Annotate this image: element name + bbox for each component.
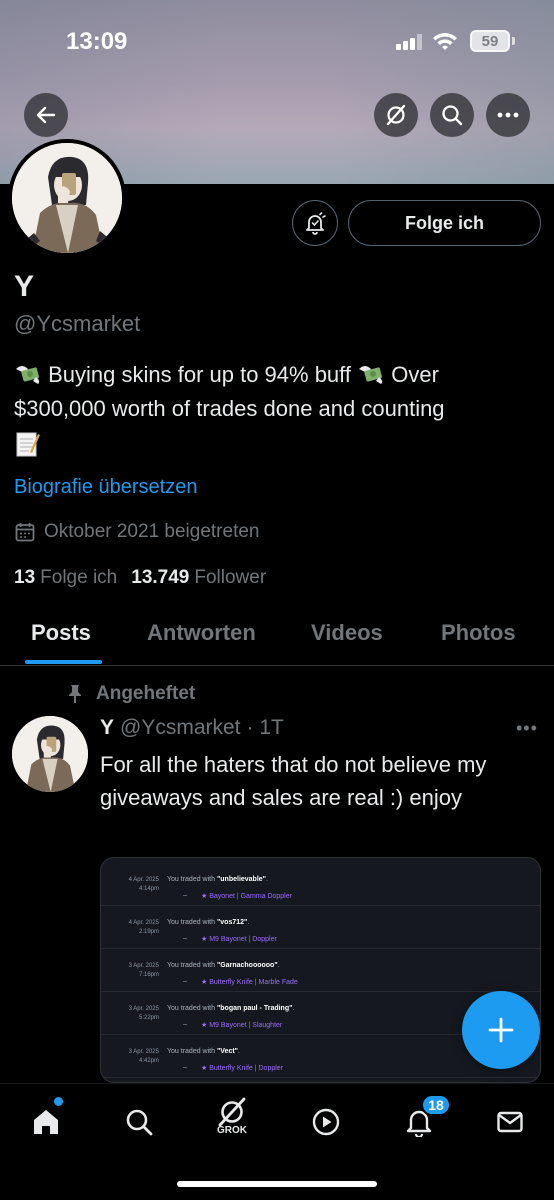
back-arrow-icon xyxy=(36,106,56,124)
following-link[interactable]: 13 Folge ich xyxy=(14,567,117,589)
trade-item: ★ M9 Bayonet | Doppler xyxy=(201,936,277,943)
notification-count-badge: 18 xyxy=(421,1094,451,1116)
tab-photos[interactable]: Photos xyxy=(441,620,516,646)
profile-display-name: Y xyxy=(14,270,35,303)
pinned-label: Angeheftet xyxy=(96,683,196,704)
follow-button[interactable]: Folge ich xyxy=(348,200,541,246)
battery-level: 59 xyxy=(481,32,499,50)
trade-description: You traded with "unbelievable". xyxy=(167,876,268,883)
bio-text-part1: Buying skins for up to 94% buff xyxy=(42,362,358,387)
avatar-illustration xyxy=(12,143,122,253)
pinned-indicator: Angeheftet xyxy=(66,683,195,705)
search-icon xyxy=(442,105,463,126)
play-icon xyxy=(312,1108,340,1136)
post-header: Y @Ycsmarket · 1T xyxy=(100,716,284,740)
following-label: Folge ich xyxy=(40,567,118,588)
trade-dash: – xyxy=(183,892,187,899)
grok-icon xyxy=(218,1097,246,1126)
post-author-avatar[interactable] xyxy=(12,716,88,792)
post-author-name[interactable]: Y xyxy=(100,716,114,740)
trade-date: 3 Apr. 2025 5:22pm xyxy=(128,1006,159,1021)
trade-date: 3 Apr. 2025 4:42pm xyxy=(128,1049,159,1064)
profile-handle: @Ycsmarket xyxy=(14,311,141,336)
trade-description: You traded with "Vect". xyxy=(167,1048,240,1055)
trade-row: 4 Apr. 2025 2:19pm You traded with "vos71… xyxy=(101,907,540,949)
nav-video[interactable] xyxy=(304,1100,348,1144)
trade-dash: – xyxy=(183,935,187,942)
trade-description: You traded with "bogan paul - Trading". xyxy=(167,1005,295,1012)
search-button[interactable] xyxy=(430,93,474,137)
joined-text: Oktober 2021 beigetreten xyxy=(44,521,260,542)
nav-home[interactable] xyxy=(24,1100,68,1144)
trade-item: ★ Bayonet | Gamma Doppler xyxy=(201,893,292,900)
profile-bio: Buying skins for up to 94% buff Over $30… xyxy=(14,358,534,462)
nav-search[interactable] xyxy=(117,1100,161,1144)
post-author-handle[interactable]: @Ycsmarket xyxy=(120,716,241,740)
trade-dash: – xyxy=(183,978,187,985)
trade-description: You traded with "Garnachoooooo". xyxy=(167,962,280,969)
post-more-button[interactable]: ••• xyxy=(516,718,538,739)
trade-description: You traded with "vos712". xyxy=(167,919,250,926)
avatar-illustration xyxy=(12,716,88,792)
post-text: For all the haters that do not believe m… xyxy=(100,752,487,810)
battery-icon: 59 xyxy=(470,30,510,52)
tab-videos[interactable]: Videos xyxy=(311,620,383,646)
trade-date: 4 Apr. 2025 2:19pm xyxy=(128,920,159,935)
trade-item: ★ M9 Bayonet | Slaughter xyxy=(201,1022,283,1029)
grok-button[interactable] xyxy=(374,93,418,137)
followers-link[interactable]: 13.749 Follower xyxy=(131,567,266,589)
home-indicator[interactable] xyxy=(177,1181,377,1187)
joined-date: Oktober 2021 beigetreten xyxy=(14,521,260,543)
trade-date: 4 Apr. 2025 4:14pm xyxy=(128,877,159,892)
trade-dash: – xyxy=(183,1064,187,1071)
tab-posts[interactable]: Posts xyxy=(31,620,91,646)
search-icon xyxy=(126,1109,153,1136)
translate-bio-link[interactable]: Biografie übersetzen xyxy=(14,476,197,499)
trade-dash: – xyxy=(183,1021,187,1028)
profile-avatar[interactable] xyxy=(8,139,126,257)
back-button[interactable] xyxy=(24,93,68,137)
more-icon xyxy=(497,112,519,118)
trade-item: ★ Butterfly Knife | Doppler xyxy=(201,1065,284,1072)
memo-icon xyxy=(16,432,40,457)
trade-row: 4 Apr. 2025 4:14pm You traded with "unbel… xyxy=(101,864,540,906)
trade-row: 3 Apr. 2025 7:16pm You traded with "Garna… xyxy=(101,950,540,992)
wifi-icon xyxy=(433,33,457,50)
tab-replies[interactable]: Antworten xyxy=(147,620,256,646)
envelope-icon xyxy=(497,1111,523,1133)
profile-tabs: Posts Antworten Videos Photos xyxy=(0,610,554,666)
grok-icon xyxy=(386,104,406,126)
active-tab-indicator xyxy=(25,660,102,664)
signal-icon xyxy=(396,34,422,50)
pin-icon xyxy=(69,685,81,703)
trade-date: 3 Apr. 2025 7:16pm xyxy=(128,963,159,978)
calendar-icon xyxy=(15,523,35,542)
follow-counts: 13 Folge ich 13.749 Follower xyxy=(14,567,266,589)
bell-icon xyxy=(306,212,326,235)
status-time: 13:09 xyxy=(66,28,128,55)
status-bar: 13:09 59 xyxy=(0,0,554,80)
avatar-image xyxy=(12,143,122,253)
notifications-toggle-button[interactable] xyxy=(292,200,338,246)
nav-messages[interactable] xyxy=(488,1100,532,1144)
grok-label: GROK xyxy=(217,1124,247,1136)
plus-icon xyxy=(488,1017,514,1043)
followers-count: 13.749 xyxy=(131,567,190,588)
post-timestamp[interactable]: · 1T xyxy=(247,716,284,740)
following-count: 13 xyxy=(14,567,36,588)
trade-item: ★ Butterfly Knife | Marble Fade xyxy=(201,979,298,986)
nav-grok[interactable]: GROK xyxy=(210,1094,254,1138)
home-icon xyxy=(34,1110,58,1134)
followers-label: Follower xyxy=(194,567,267,588)
money-wings-icon xyxy=(359,366,383,384)
home-unread-dot xyxy=(54,1097,63,1106)
battery-tip xyxy=(512,37,515,45)
more-options-button[interactable] xyxy=(486,93,530,137)
money-wings-icon xyxy=(16,366,40,384)
compose-post-button[interactable] xyxy=(462,991,540,1069)
